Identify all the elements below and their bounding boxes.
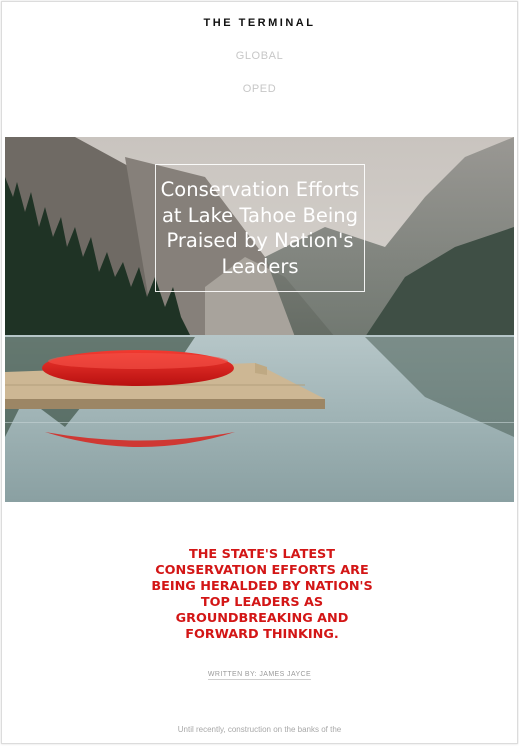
article-subhead: The state's latest conservation efforts … <box>151 547 373 642</box>
nav-item-oped[interactable]: OPED <box>2 83 517 95</box>
nav-item-global[interactable]: GLOBAL <box>2 50 517 62</box>
article-title: Conservation Efforts at Lake Tahoe Being… <box>160 178 360 278</box>
byline-author-link[interactable]: WRITTEN BY: JAMES JAYCE <box>207 671 312 680</box>
site-title[interactable]: THE TERMINAL <box>2 17 517 29</box>
article-page: THE TERMINAL GLOBAL OPED Conservation Ef… <box>1 1 518 744</box>
headline-box: Conservation Efforts at Lake Tahoe Being… <box>155 164 365 292</box>
article-body-preview: Until recently, construction on the bank… <box>177 725 342 734</box>
byline: WRITTEN BY: JAMES JAYCE <box>2 671 517 680</box>
